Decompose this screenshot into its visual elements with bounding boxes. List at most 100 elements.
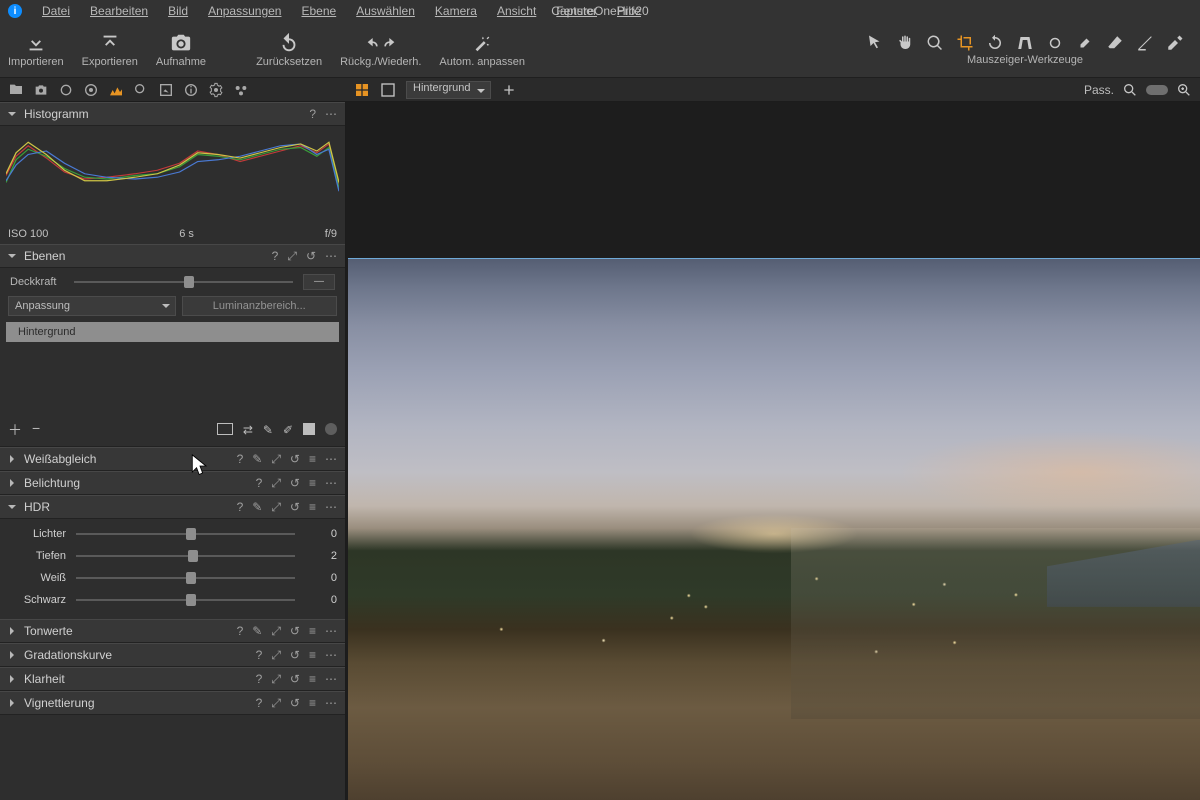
pointer-tool[interactable] bbox=[866, 34, 884, 52]
opacity-value[interactable]: — bbox=[303, 274, 335, 290]
menu-select[interactable]: Auswählen bbox=[346, 4, 425, 18]
tab-capture-icon[interactable] bbox=[33, 82, 49, 98]
menu-camera[interactable]: Kamera bbox=[425, 4, 487, 18]
spot-tool[interactable] bbox=[1046, 34, 1064, 52]
app-icon: i bbox=[8, 4, 22, 18]
capture-button[interactable]: Aufnahme bbox=[156, 32, 206, 68]
menu-view[interactable]: Ansicht bbox=[487, 4, 546, 18]
tab-color-icon[interactable] bbox=[83, 82, 99, 98]
slider-thumb[interactable] bbox=[188, 550, 198, 562]
tab-library-icon[interactable] bbox=[8, 82, 24, 98]
menu-file[interactable]: Datei bbox=[32, 4, 80, 18]
hdr-black-slider[interactable] bbox=[76, 599, 295, 601]
tab-adjust-icon[interactable] bbox=[158, 82, 174, 98]
histogram-iso: ISO 100 bbox=[8, 228, 48, 240]
mask-edit-icon[interactable]: ✎ bbox=[263, 423, 273, 437]
view-single-icon[interactable] bbox=[380, 82, 396, 98]
tab-exposure-icon[interactable] bbox=[108, 82, 124, 98]
panel-header-wb[interactable]: Weißabgleich ?✎⤢↺≡⋯ bbox=[0, 447, 345, 471]
opacity-slider[interactable] bbox=[74, 281, 293, 283]
menu-layer[interactable]: Ebene bbox=[291, 4, 346, 18]
chevron-down-icon bbox=[8, 109, 18, 119]
mask-brush-icon[interactable]: ✐ bbox=[283, 423, 293, 437]
panel-header-clarity[interactable]: Klarheit ?⤢↺≡⋯ bbox=[0, 667, 345, 691]
preview-image bbox=[348, 258, 1200, 800]
picker-tool[interactable] bbox=[1166, 34, 1184, 52]
mask-feather-icon[interactable] bbox=[325, 423, 337, 435]
mask-swap-icon[interactable]: ⇄ bbox=[243, 423, 253, 437]
image-viewer[interactable] bbox=[346, 102, 1200, 800]
menu-bar: i Datei Bearbeiten Bild Anpassungen Eben… bbox=[0, 0, 1200, 22]
help-icon[interactable]: ? bbox=[272, 249, 279, 264]
export-button[interactable]: Exportieren bbox=[82, 32, 138, 68]
layer-mode-select[interactable]: Anpassung bbox=[8, 296, 176, 316]
tab-strip: Hintergrund Pass. bbox=[0, 78, 1200, 102]
zoom-tool[interactable] bbox=[926, 34, 944, 52]
menu-image[interactable]: Bild bbox=[158, 4, 198, 18]
panel-header-histogram[interactable]: Histogramm ? ⋯ bbox=[0, 102, 345, 126]
mask-fill-icon[interactable] bbox=[303, 423, 315, 435]
menu-window[interactable]: Fenster bbox=[546, 4, 607, 18]
tab-batch-icon[interactable] bbox=[233, 82, 249, 98]
reset-button[interactable]: Zurücksetzen bbox=[256, 32, 322, 68]
add-layer-button[interactable] bbox=[501, 82, 517, 98]
undo-redo-button[interactable]: Rückg./Wiederh. bbox=[340, 32, 421, 68]
layers-panel: Deckkraft — Anpassung Luminanzbereich...… bbox=[0, 268, 345, 447]
menu-adjust[interactable]: Anpassungen bbox=[198, 4, 291, 18]
tab-details-icon[interactable] bbox=[133, 82, 149, 98]
main-toolbar: Importieren Exportieren Aufnahme Zurücks… bbox=[0, 22, 1200, 78]
slider-thumb[interactable] bbox=[186, 528, 196, 540]
hdr-highlights-slider[interactable] bbox=[76, 533, 295, 535]
brush-tool[interactable] bbox=[1076, 34, 1094, 52]
viewer-layer-select[interactable]: Hintergrund bbox=[406, 81, 491, 99]
zoom-slider[interactable] bbox=[1146, 85, 1168, 95]
zoom-out-icon[interactable] bbox=[1122, 82, 1138, 98]
view-grid-icon[interactable] bbox=[354, 82, 370, 98]
histogram-panel: ISO 100 6 s f/9 bbox=[0, 126, 345, 244]
panel-header-layers[interactable]: Ebenen ? ⤢ ↺ ⋯ bbox=[0, 244, 345, 268]
histogram-exposure: 6 s bbox=[179, 228, 194, 240]
more-icon[interactable]: ⋯ bbox=[325, 107, 337, 121]
import-button[interactable]: Importieren bbox=[8, 32, 64, 68]
slider-thumb[interactable] bbox=[186, 572, 196, 584]
expand-icon[interactable]: ⤢ bbox=[287, 249, 297, 264]
hdr-white-slider[interactable] bbox=[76, 577, 295, 579]
keystone-tool[interactable] bbox=[1016, 34, 1034, 52]
mask-display-icon[interactable] bbox=[217, 423, 233, 435]
crop-tool[interactable] bbox=[956, 34, 974, 52]
remove-layer-icon[interactable]: − bbox=[32, 420, 40, 440]
hand-tool[interactable] bbox=[896, 34, 914, 52]
menu-help[interactable]: Hilfe bbox=[607, 4, 651, 18]
auto-adjust-button[interactable]: Autom. anpassen bbox=[439, 32, 525, 68]
reset-icon bbox=[278, 32, 300, 54]
hdr-shadows-slider[interactable] bbox=[76, 555, 295, 557]
tab-lens-icon[interactable] bbox=[58, 82, 74, 98]
panel-header-vignette[interactable]: Vignettierung ?⤢↺≡⋯ bbox=[0, 691, 345, 715]
layer-item-background[interactable]: Hintergrund bbox=[6, 322, 339, 342]
hdr-black-row: Schwarz 0 bbox=[8, 589, 337, 611]
more-icon[interactable]: ⋯ bbox=[325, 249, 337, 264]
luminance-range-button[interactable]: Luminanzbereich... bbox=[182, 296, 338, 316]
rotate-tool[interactable] bbox=[986, 34, 1004, 52]
pass-label: Pass. bbox=[1084, 83, 1114, 97]
add-layer-icon[interactable]: ＋ bbox=[8, 420, 22, 440]
zoom-in-icon[interactable] bbox=[1176, 82, 1192, 98]
undo-redo-icon bbox=[361, 32, 401, 54]
hdr-highlights-row: Lichter 0 bbox=[8, 523, 337, 545]
slider-thumb[interactable] bbox=[184, 276, 194, 288]
eraser-tool[interactable] bbox=[1106, 34, 1124, 52]
magic-wand-icon bbox=[471, 32, 493, 54]
menu-edit[interactable]: Bearbeiten bbox=[80, 4, 158, 18]
tab-output-icon[interactable] bbox=[208, 82, 224, 98]
tab-metadata-icon[interactable] bbox=[183, 82, 199, 98]
opacity-label: Deckkraft bbox=[10, 276, 64, 288]
gradient-tool[interactable] bbox=[1136, 34, 1154, 52]
slider-thumb[interactable] bbox=[186, 594, 196, 606]
chevron-down-icon bbox=[8, 251, 18, 261]
panel-header-exposure[interactable]: Belichtung ?⤢↺≡⋯ bbox=[0, 471, 345, 495]
help-icon[interactable]: ? bbox=[309, 107, 316, 121]
panel-header-curve[interactable]: Gradationskurve ?⤢↺≡⋯ bbox=[0, 643, 345, 667]
panel-header-hdr[interactable]: HDR ?✎⤢↺≡⋯ bbox=[0, 495, 345, 519]
reset-icon[interactable]: ↺ bbox=[306, 249, 316, 264]
panel-header-levels[interactable]: Tonwerte ?✎⤢↺≡⋯ bbox=[0, 619, 345, 643]
